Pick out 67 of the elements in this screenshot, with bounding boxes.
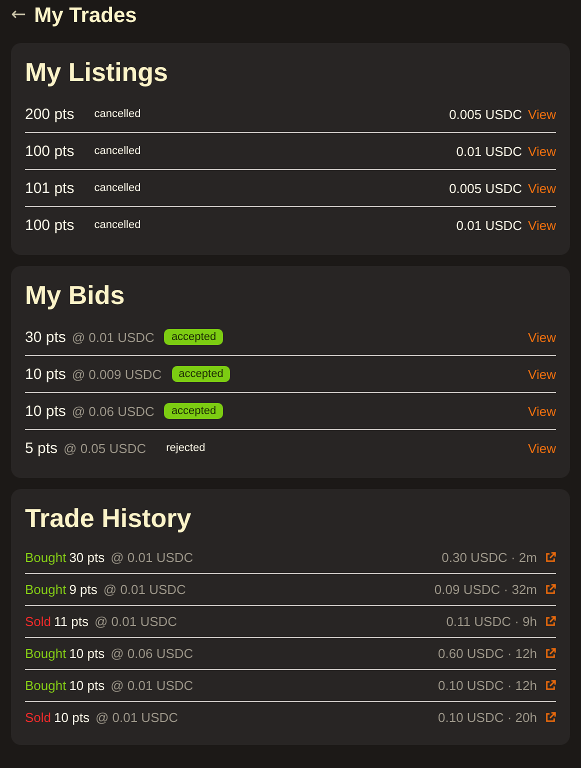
trade-total: 0.30 USDC · 2m <box>442 550 537 565</box>
trade-action: Bought <box>25 678 66 693</box>
section-title: My Bids <box>25 280 126 311</box>
listing-price: 0.005 USDC <box>449 106 522 122</box>
listing-amount: 200 pts <box>25 106 74 122</box>
bid-price: @ 0.06 USDC <box>72 404 154 418</box>
listing-amount: 101 pts <box>25 180 74 196</box>
view-link[interactable]: View <box>528 404 556 418</box>
bid-amount: 10 pts <box>25 366 66 382</box>
external-link-icon[interactable] <box>545 680 556 691</box>
bid-price: @ 0.009 USDC <box>72 366 162 382</box>
bid-amount: 5 pts <box>25 440 58 456</box>
trade-action: Bought <box>25 646 66 661</box>
back-button[interactable]: ← <box>11 4 26 28</box>
bid-amount: 10 pts <box>25 402 66 420</box>
listing-price: 0.005 USDC <box>449 180 522 196</box>
external-link-icon[interactable] <box>545 584 556 595</box>
view-link[interactable]: View <box>528 366 556 382</box>
listing-amount: 100 pts <box>25 216 74 234</box>
trade-total: 0.09 USDC · 32m <box>434 582 537 597</box>
external-link-icon[interactable] <box>545 648 556 659</box>
trade-price: @ 0.01 USDC <box>95 710 178 725</box>
listing-status: cancelled <box>94 219 141 231</box>
trade-action: Bought <box>25 582 66 597</box>
trade-total: 0.11 USDC · 9h <box>446 614 537 629</box>
trade-action: Bought <box>25 550 66 565</box>
view-link[interactable]: View <box>528 144 556 158</box>
trade-amount: 10 pts <box>54 710 90 725</box>
listing-price: 0.01 USDC <box>456 144 522 158</box>
trade-price: @ 0.01 USDC <box>103 582 186 597</box>
bid-status: rejected <box>166 442 206 454</box>
status-badge: accepted <box>164 329 224 345</box>
trade-price: @ 0.01 USDC <box>110 550 194 565</box>
view-link[interactable]: View <box>528 180 556 196</box>
listing-amount: 100 pts <box>25 142 74 160</box>
section-title: Trade History <box>25 503 192 534</box>
bid-price: @ 0.05 USDC <box>64 440 146 456</box>
trade-total: 0.60 USDC · 12h <box>438 646 537 661</box>
trade-price: @ 0.01 USDC <box>110 678 194 693</box>
external-link-icon[interactable] <box>545 712 556 723</box>
trade-action: Sold <box>25 710 52 725</box>
trade-action: Sold <box>25 614 52 629</box>
trade-amount: 30 pts <box>69 550 105 565</box>
trade-amount: 9 pts <box>69 582 98 597</box>
trade-total: 0.10 USDC · 20h <box>438 710 537 725</box>
trade-amount: 11 pts <box>54 614 88 629</box>
listing-price: 0.01 USDC <box>456 218 522 232</box>
trade-total: 0.10 USDC · 12h <box>438 678 537 693</box>
listing-status: cancelled <box>94 145 141 157</box>
view-link[interactable]: View <box>528 106 556 122</box>
bid-price: @ 0.01 USDC <box>72 330 154 344</box>
external-link-icon[interactable] <box>545 616 556 627</box>
status-badge: accepted <box>164 403 224 419</box>
listing-status: cancelled <box>94 108 141 120</box>
status-badge: accepted <box>172 366 230 382</box>
view-link[interactable]: View <box>528 330 556 344</box>
bid-amount: 30 pts <box>25 328 66 346</box>
view-link[interactable]: View <box>528 218 556 232</box>
trade-price: @ 0.06 USDC <box>110 646 194 661</box>
trade-amount: 10 pts <box>69 646 105 661</box>
view-link[interactable]: View <box>528 440 556 456</box>
trade-price: @ 0.01 USDC <box>94 614 178 629</box>
page-title: My Trades <box>34 4 137 28</box>
external-link-icon[interactable] <box>545 552 556 563</box>
trade-amount: 10 pts <box>69 678 105 693</box>
listing-status: cancelled <box>94 182 141 194</box>
section-title: My Listings <box>25 57 170 88</box>
